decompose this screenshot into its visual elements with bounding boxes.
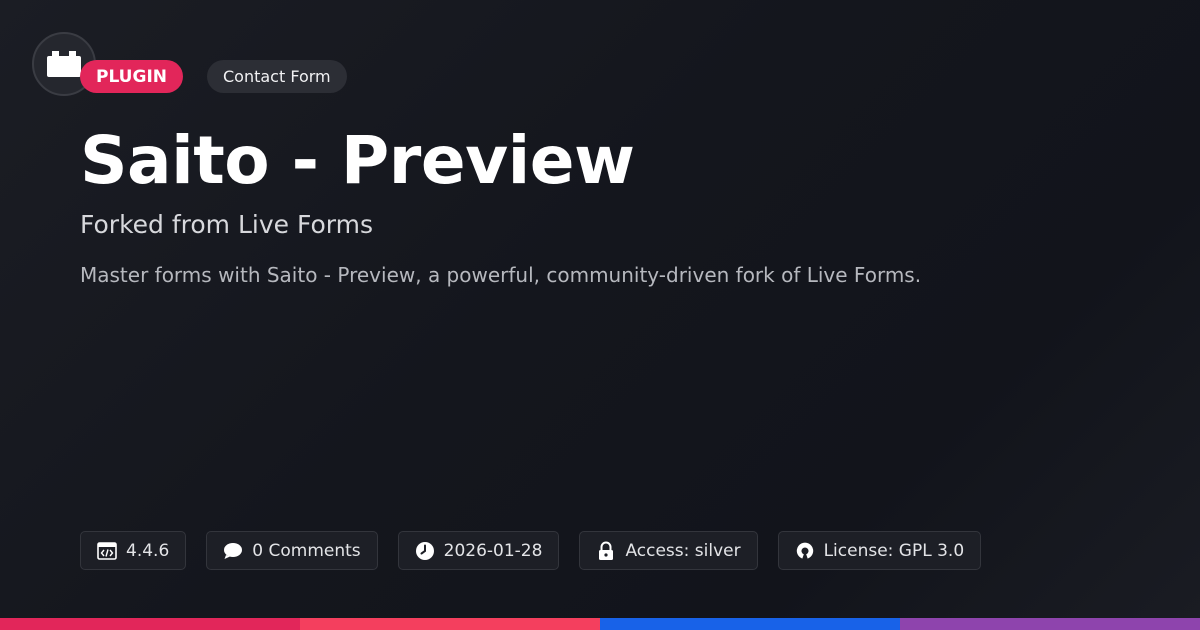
page-title: Saito - Preview [80, 122, 635, 199]
code-icon [97, 541, 117, 561]
color-bar-segment [0, 618, 300, 630]
version-text: 4.4.6 [126, 540, 170, 561]
access-badge: Access: silver [579, 531, 758, 570]
meta-info-row: 4.4.6 0 Comments 2026-01-28 Access: silv… [80, 531, 982, 570]
color-bar-segment [900, 618, 1200, 630]
extension-block-icon [47, 51, 81, 77]
date-badge: 2026-01-28 [397, 531, 560, 570]
license-badge: License: GPL 3.0 [777, 531, 982, 570]
clock-icon [415, 541, 435, 561]
license-text: License: GPL 3.0 [823, 540, 965, 561]
color-bar-segment [600, 618, 900, 630]
comments-text: 0 Comments [252, 540, 361, 561]
plugin-description: Master forms with Saito - Preview, a pow… [80, 263, 922, 287]
bottom-color-bar [0, 618, 1200, 630]
fork-subtitle: Forked from Live Forms [80, 210, 373, 239]
version-badge: 4.4.6 [80, 531, 187, 570]
lock-icon [596, 541, 616, 561]
category-tag[interactable]: Contact Form [207, 60, 347, 93]
comment-icon [223, 541, 243, 561]
access-text: Access: silver [625, 540, 741, 561]
comments-badge[interactable]: 0 Comments [206, 531, 378, 570]
open-source-icon [795, 541, 815, 561]
tag-list: PLUGIN Contact Form [80, 60, 347, 93]
color-bar-segment [300, 618, 600, 630]
date-text: 2026-01-28 [443, 540, 543, 561]
plugin-type-badge[interactable]: PLUGIN [80, 60, 183, 93]
